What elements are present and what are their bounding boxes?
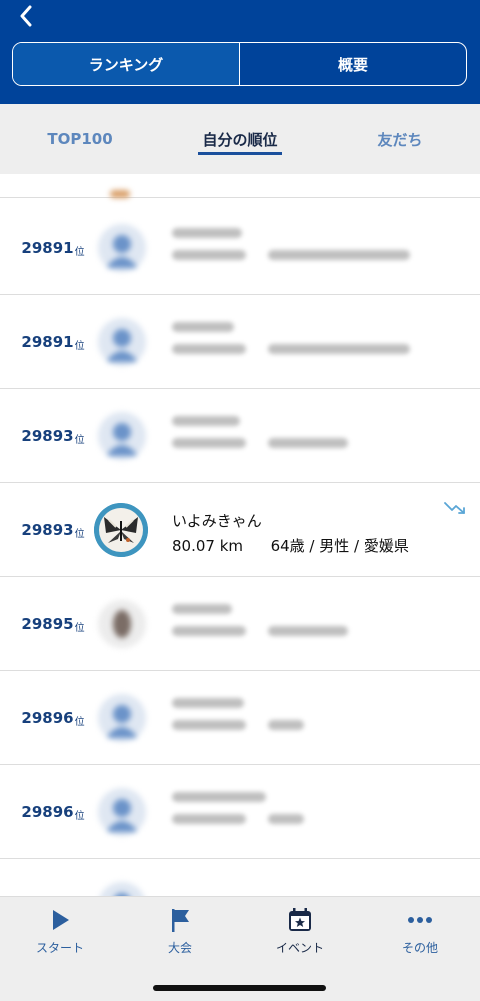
rank-number: 29893 位	[18, 389, 88, 483]
rank-value: 29891	[21, 239, 74, 257]
tab-my-rank[interactable]: 自分の順位	[160, 104, 320, 174]
more-icon	[408, 917, 432, 923]
rank-suffix: 位	[74, 622, 85, 634]
rank-value: 29896	[21, 803, 74, 821]
tab-my-rank-label: 自分の順位	[202, 130, 278, 149]
rank-suffix: 位	[74, 810, 85, 822]
tab-other-label: その他	[401, 941, 438, 955]
tab-event[interactable]: イベント	[240, 907, 360, 967]
rank-number: 29891 位	[18, 201, 88, 295]
default-user-icon	[98, 318, 146, 366]
rank-number: 29896 位	[18, 671, 88, 765]
butterfly-photo-icon	[94, 503, 148, 557]
rank-number: 29893 位	[18, 483, 88, 577]
user-info: いよみきゃん 80.07 km 64歳 / 男性 / 愛媛県	[172, 510, 409, 556]
segment-overview[interactable]: 概要	[240, 43, 466, 85]
list-item[interactable]: 29896 位	[0, 671, 480, 765]
top-header: ランキング 概要	[0, 0, 480, 104]
tab-event-label: イベント	[275, 941, 324, 955]
segment-ranking[interactable]: ランキング	[13, 43, 240, 85]
tab-tournament-label: 大会	[167, 941, 192, 955]
avatar[interactable]	[94, 503, 148, 557]
tab-top100-label: TOP100	[47, 130, 113, 148]
ranking-subtabs: TOP100 自分の順位 友だち	[0, 104, 480, 174]
calendar-star-icon	[289, 908, 311, 931]
blurred-user-info	[172, 698, 304, 742]
rank-number: 29896 位	[18, 765, 88, 859]
chevron-left-icon	[20, 5, 32, 27]
home-indicator	[153, 985, 326, 991]
back-button[interactable]	[10, 2, 42, 30]
tab-other[interactable]: その他	[360, 907, 480, 967]
rank-suffix: 位	[74, 246, 85, 258]
flag-icon	[172, 909, 189, 932]
blurred-user-info	[172, 604, 348, 648]
rank-suffix: 位	[74, 528, 85, 540]
rank-value: 29891	[21, 333, 74, 351]
rank-value: 29893	[21, 521, 74, 539]
blurred-user-info	[172, 228, 410, 272]
rank-suffix: 位	[74, 434, 85, 446]
active-tab-underline	[198, 152, 282, 155]
ranking-list[interactable]: 29891 位 29891 位 29893 位 29893 位 いよみきゃん 8…	[0, 174, 480, 896]
user-name: いよみきゃん	[172, 512, 262, 530]
rank-value: 29893	[21, 427, 74, 445]
tab-start-label: スタート	[35, 941, 84, 955]
default-user-icon	[98, 694, 146, 742]
rank-number: 29895 位	[18, 577, 88, 671]
distance: 80.07 km	[172, 537, 244, 555]
my-rank-row[interactable]: 29893 位 いよみきゃん 80.07 km 64歳 / 男性 / 愛媛県	[0, 483, 480, 577]
segmented-control: ランキング 概要	[12, 42, 467, 86]
list-item[interactable]: 29896 位	[0, 765, 480, 859]
tab-friends[interactable]: 友だち	[320, 104, 480, 174]
blurred-user-info	[172, 416, 348, 460]
play-icon	[53, 910, 69, 930]
profile: 64歳 / 男性 / 愛媛県	[270, 537, 409, 555]
blurred-user-info	[172, 322, 410, 366]
list-item[interactable]: 29891 位	[0, 295, 480, 389]
tab-friends-label: 友だち	[377, 130, 423, 149]
rank-suffix: 位	[74, 716, 85, 728]
rank-value: 29896	[21, 709, 74, 727]
list-item[interactable]	[0, 174, 480, 198]
list-item[interactable]: 29891 位	[0, 201, 480, 295]
list-item[interactable]: 29893 位	[0, 389, 480, 483]
default-user-icon	[98, 882, 146, 896]
user-details: 80.07 km 64歳 / 男性 / 愛媛県	[172, 535, 409, 556]
avatar	[110, 190, 130, 198]
default-user-icon	[98, 224, 146, 272]
tab-tournament[interactable]: 大会	[120, 907, 240, 967]
trending-down-icon	[444, 502, 465, 514]
tab-start[interactable]: スタート	[0, 907, 120, 967]
blurred-user-info	[172, 792, 304, 836]
avatar	[98, 600, 146, 648]
default-user-icon	[98, 412, 146, 460]
rank-number: 29891 位	[18, 295, 88, 389]
list-item[interactable]	[0, 859, 480, 896]
rank-value: 29895	[21, 615, 74, 633]
rank-suffix: 位	[74, 340, 85, 352]
default-user-icon	[98, 788, 146, 836]
tab-top100[interactable]: TOP100	[0, 104, 160, 174]
list-item[interactable]: 29895 位	[0, 577, 480, 671]
